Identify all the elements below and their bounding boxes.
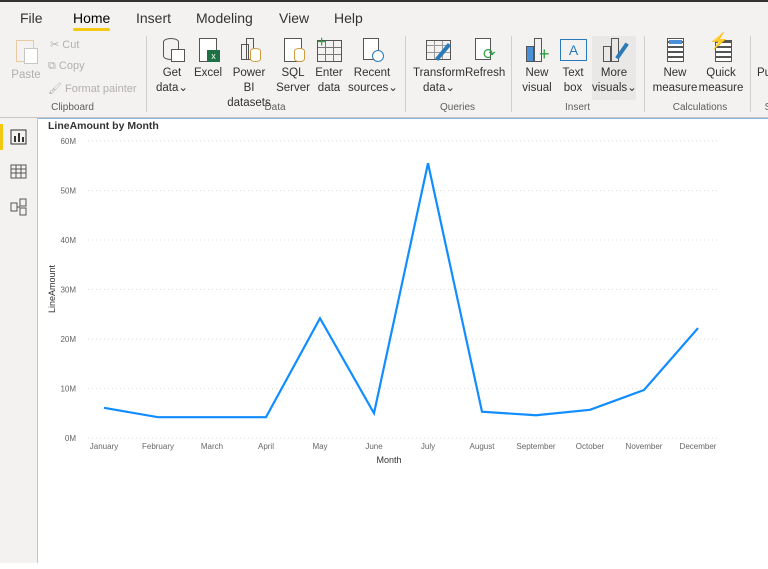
refresh-button[interactable]: ⟳ Refresh	[465, 36, 503, 81]
tab-view[interactable]: View	[279, 10, 309, 26]
publish-button[interactable]: Pu	[757, 36, 768, 81]
group-label-clipboard: Clipboard	[40, 102, 105, 113]
y-tick-label: 40M	[60, 236, 76, 245]
x-tick-label: April	[258, 442, 274, 451]
group-label-share: S	[763, 102, 768, 113]
line-chart-visual[interactable]: LineAmount by Month 0M 10M 20M 30M 40M 50M 60M…	[38, 118, 768, 563]
chart-svg: LineAmount by Month 0M 10M 20M 30M 40M 50M 60M…	[38, 119, 768, 564]
tab-file[interactable]: File	[20, 10, 43, 26]
y-tick-label: 0M	[65, 434, 76, 443]
series-line	[104, 163, 698, 417]
group-label-insert: Insert	[545, 102, 610, 113]
text-box-icon: A	[559, 36, 587, 64]
new-measure-button[interactable]: Newmeasure	[652, 36, 698, 96]
tab-help[interactable]: Help	[334, 10, 363, 26]
y-tick-label: 50M	[60, 187, 76, 196]
divider	[750, 36, 751, 112]
datasets-icon	[235, 36, 263, 64]
model-view-icon[interactable]	[9, 198, 29, 216]
quick-measure-button[interactable]: ⚡ Quickmeasure	[698, 36, 744, 96]
x-tick-label: December	[680, 442, 717, 451]
x-tick-label: August	[470, 442, 496, 451]
paste-icon	[12, 36, 40, 64]
refresh-icon: ⟳	[470, 36, 498, 64]
quick-measure-icon: ⚡	[707, 36, 735, 64]
more-visuals-icon	[600, 36, 628, 64]
data-view-icon[interactable]	[9, 163, 29, 181]
new-visual-icon: +	[523, 36, 551, 64]
more-visuals-button[interactable]: Morevisuals⌄	[592, 36, 636, 100]
paste-button[interactable]: Paste	[10, 36, 42, 83]
y-tick-label: 30M	[60, 286, 76, 295]
table-icon: +	[315, 36, 343, 64]
x-tick-label: October	[576, 442, 605, 451]
calculator-icon	[661, 36, 689, 64]
group-label-calculations: Calculations	[665, 102, 735, 113]
tab-home[interactable]: Home	[73, 10, 110, 26]
x-tick-label: January	[90, 442, 118, 451]
brush-icon: 🖌	[48, 83, 65, 95]
y-tick-label: 20M	[60, 335, 76, 344]
divider	[644, 36, 645, 112]
get-data-button[interactable]: Getdata⌄	[154, 36, 190, 96]
copy-button[interactable]: ⧉ Copy	[48, 60, 85, 73]
divider	[405, 36, 406, 112]
scissors-icon: ✂	[50, 39, 62, 51]
x-tick-label: July	[421, 442, 435, 451]
tab-modeling[interactable]: Modeling	[196, 10, 253, 26]
database-icon	[158, 36, 186, 64]
excel-icon: x	[194, 36, 222, 64]
report-view-icon[interactable]	[9, 128, 29, 146]
copy-icon: ⧉	[48, 60, 59, 72]
powerbi-datasets-button[interactable]: Power BIdatasets	[226, 36, 272, 111]
chart-title: LineAmount by Month	[48, 120, 159, 132]
y-tick-label: 10M	[60, 385, 76, 394]
group-label-data: Data	[240, 102, 310, 113]
x-tick-label: February	[142, 442, 174, 451]
sql-server-button[interactable]: SQLServer	[276, 36, 310, 96]
text-box-button[interactable]: A Textbox	[557, 36, 589, 96]
x-tick-label: September	[516, 442, 555, 451]
ribbon: Paste ✂ Cut ⧉ Copy 🖌 Format painter Clip…	[0, 32, 768, 118]
y-tick-label: 60M	[60, 137, 76, 146]
divider	[146, 36, 147, 112]
ribbon-tabs: File Home Insert Modeling View Help	[0, 0, 768, 32]
x-tick-label: November	[626, 442, 663, 451]
transform-data-button[interactable]: Transformdata⌄	[413, 36, 465, 96]
excel-button[interactable]: x Excel	[193, 36, 223, 81]
view-switcher	[0, 118, 38, 563]
tab-insert[interactable]: Insert	[136, 10, 171, 26]
x-axis-label: Month	[376, 455, 401, 465]
transform-icon	[425, 36, 453, 64]
x-tick-label: May	[312, 442, 327, 451]
recent-sources-button[interactable]: Recentsources⌄	[348, 36, 396, 96]
new-visual-button[interactable]: + Newvisual	[520, 36, 554, 96]
sql-icon	[279, 36, 307, 64]
enter-data-button[interactable]: + Enterdata	[313, 36, 345, 96]
x-tick-label: March	[201, 442, 223, 451]
x-tick-label: June	[365, 442, 383, 451]
recent-icon	[358, 36, 386, 64]
divider	[511, 36, 512, 112]
format-painter-button[interactable]: 🖌 Format painter	[48, 82, 137, 95]
cut-button[interactable]: ✂ Cut	[50, 38, 79, 51]
y-axis-label: LineAmount	[47, 264, 57, 313]
group-label-queries: Queries	[425, 102, 490, 113]
